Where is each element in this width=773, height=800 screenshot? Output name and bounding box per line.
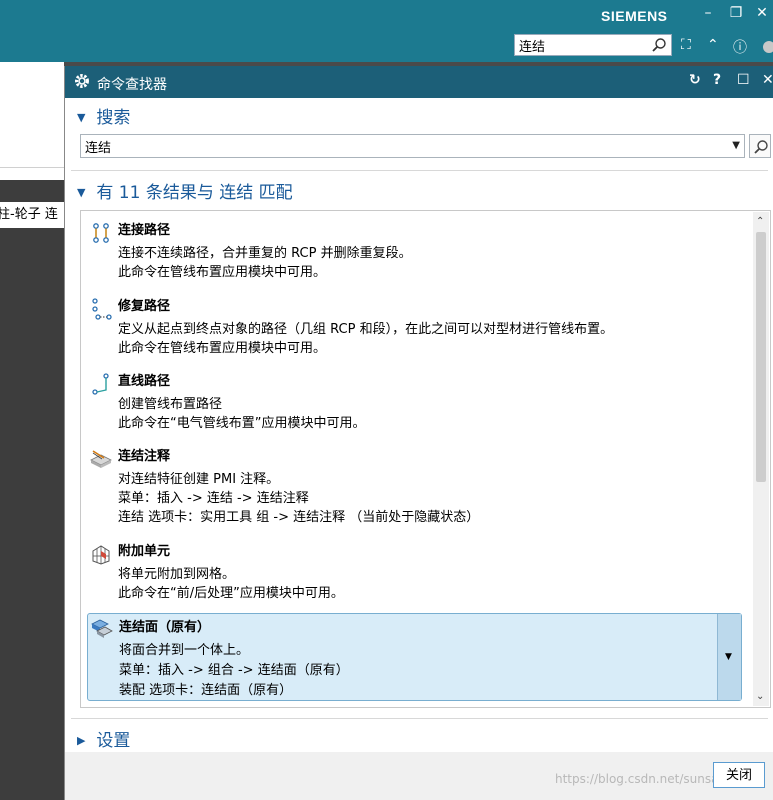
- unite-faces-icon: [91, 619, 113, 638]
- result-item-linear-path[interactable]: 直线路径 创建管线布置路径 此命令在“电气管线布置”应用模块中可用。: [87, 370, 742, 434]
- minimize-icon[interactable]: –: [698, 5, 718, 21]
- result-name: 修复路径: [118, 299, 171, 314]
- dialog-title-bar: 命令查找器 ↻ ? ☐ ✕: [65, 66, 773, 98]
- search-combo[interactable]: ▼: [80, 134, 745, 158]
- help-icon[interactable]: ⓘ: [733, 37, 747, 57]
- expand-item-button[interactable]: ▼: [717, 614, 741, 700]
- result-item-connection-note[interactable]: 连结注释 对连结特征创建 PMI 注释。 菜单：插入 -> 连结 -> 连结注释…: [87, 445, 742, 529]
- command-search-box[interactable]: [514, 34, 672, 56]
- chevron-down-icon: ▼: [725, 652, 732, 662]
- command-search-input[interactable]: [515, 35, 653, 55]
- help-icon[interactable]: ?: [713, 72, 721, 88]
- background-tab[interactable]: 柱-轮子 连: [0, 202, 64, 228]
- gear-icon: [75, 74, 89, 88]
- scrollbar-thumb[interactable]: [756, 232, 766, 482]
- result-name: 连接路径: [118, 223, 171, 238]
- close-icon[interactable]: ✕: [762, 72, 773, 88]
- search-icon: [754, 140, 768, 154]
- search-section-header[interactable]: ▼ 搜索: [77, 103, 130, 128]
- search-icon[interactable]: [651, 37, 667, 53]
- dialog-footer: https://blog.csdn.net/sunsa... 关闭: [65, 752, 773, 800]
- result-name: 直线路径: [118, 374, 171, 389]
- close-icon[interactable]: ✕: [752, 5, 772, 21]
- collapse-arrow-icon: ▼: [77, 186, 86, 199]
- results-scrollbar[interactable]: ⌃ ⌄: [753, 212, 769, 706]
- attach-element-icon: [92, 545, 110, 565]
- reset-icon[interactable]: ↻: [689, 72, 701, 88]
- results-section-header[interactable]: ▼ 有 11 条结果与 连结 匹配: [77, 178, 293, 203]
- result-item-repair-path[interactable]: 修复路径 定义从起点到终点对象的路径（几组 RCP 和段），在此之间可以对型材进…: [87, 295, 742, 359]
- join-path-icon: [93, 223, 109, 243]
- result-item-attach-element[interactable]: 附加单元 将单元附加到网格。 此命令在“前/后处理”应用模块中可用。: [87, 540, 742, 604]
- result-name: 附加单元: [118, 544, 171, 559]
- dropdown-arrow-icon[interactable]: ▼: [732, 140, 740, 151]
- result-item-join-path[interactable]: 连接路径 连接不连续路径，合并重复的 RCP 并删除重复段。 此命令在管线布置应…: [87, 219, 742, 283]
- result-name: 连结注释: [118, 449, 171, 464]
- collapse-arrow-icon: ▼: [77, 111, 86, 124]
- connection-note-icon: [90, 450, 112, 468]
- search-input[interactable]: [81, 135, 719, 157]
- result-item-unite-faces[interactable]: 连结面（原有） 将面合并到一个体上。 菜单：插入 -> 组合 -> 连结面（原有…: [87, 613, 742, 701]
- close-button[interactable]: 关闭: [713, 762, 765, 788]
- scroll-up-icon[interactable]: ⌃: [756, 216, 764, 227]
- watermark: https://blog.csdn.net/sunsa...: [555, 772, 730, 786]
- command-finder-dialog: 命令查找器 ↻ ? ☐ ✕ ▼ 搜索 ▼ ▼ 有 11 条结果与 连结 匹配: [64, 66, 773, 800]
- restore-icon[interactable]: ❐: [726, 5, 746, 21]
- maximize-icon[interactable]: ☐: [737, 72, 750, 88]
- linear-path-icon: [92, 373, 109, 395]
- search-button[interactable]: [749, 134, 771, 158]
- fullscreen-icon[interactable]: ⛶: [681, 37, 691, 53]
- brand-logo: SIEMENS: [601, 8, 668, 24]
- collapse-ribbon-icon[interactable]: ⌃: [707, 37, 719, 53]
- scroll-down-icon[interactable]: ⌄: [756, 691, 764, 702]
- app-title-bar: SIEMENS – ❐ ✕ ⛶ ⌃ ⓘ: [0, 0, 773, 62]
- status-indicator-icon: [763, 41, 773, 53]
- settings-section-header[interactable]: ▶ 设置: [77, 726, 130, 751]
- expand-arrow-icon: ▶: [77, 734, 86, 747]
- dialog-title: 命令查找器: [97, 77, 167, 93]
- result-name: 连结面（原有）: [119, 620, 211, 635]
- background-workspace: 柱-轮子 连: [0, 62, 64, 800]
- results-list: 连接路径 连接不连续路径，合并重复的 RCP 并删除重复段。 此命令在管线布置应…: [80, 210, 771, 708]
- repair-path-icon: [92, 298, 112, 320]
